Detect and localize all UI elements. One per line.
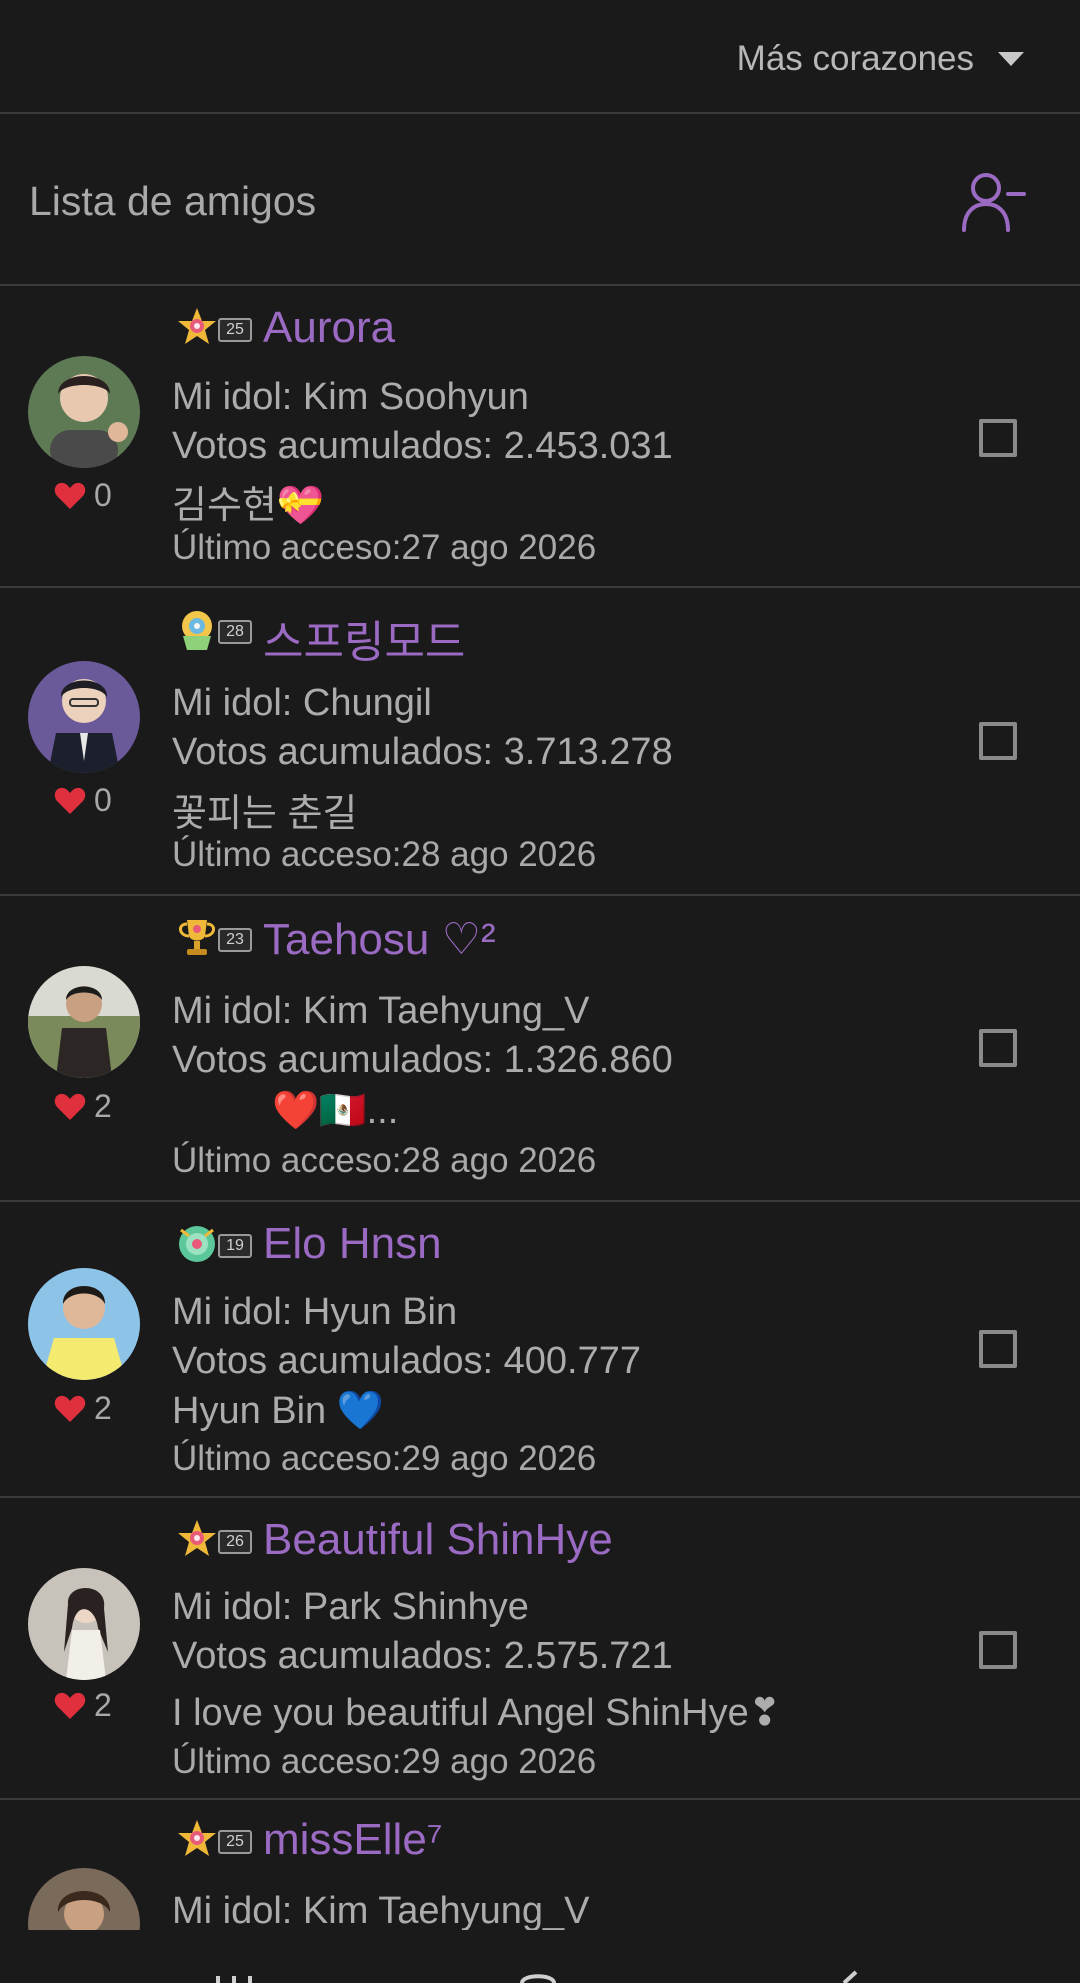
recent-apps-icon[interactable] (212, 1970, 258, 1983)
flower-badge-icon (179, 1226, 215, 1262)
heart-count: 0 (54, 477, 112, 514)
friend-status: ❤️🇲🇽... (272, 1090, 399, 1132)
level-badge: 19 (175, 1222, 253, 1266)
friend-nickname[interactable]: Elo Hnsn (263, 1219, 442, 1269)
level-badge: 28 (175, 608, 253, 652)
level-number: 28 (218, 620, 252, 644)
avatar[interactable] (28, 1568, 140, 1680)
heart-count-value: 2 (94, 1687, 112, 1723)
star-badge-icon (178, 1520, 216, 1556)
friend-list: 0 25 Aurora Mi idol: Kim Soohyun Votos a… (0, 288, 1080, 1930)
level-number: 26 (218, 1530, 252, 1554)
friend-row[interactable]: 25 missElle⁷ Mi idol: Kim Taehyung_V (0, 1800, 1080, 1930)
friend-checkbox[interactable] (979, 1631, 1017, 1669)
friend-row[interactable]: 2 19 Elo Hnsn Mi idol: Hyun Bin Votos ac… (0, 1202, 1080, 1498)
friend-idol: Mi idol: Kim Taehyung_V (172, 990, 590, 1032)
friend-idol: Mi idol: Hyun Bin (172, 1291, 458, 1333)
heart-count-value: 2 (94, 1088, 112, 1124)
friend-votes: Votos acumulados: 3.713.278 (172, 731, 673, 773)
friend-nickname[interactable]: 스프링모드 (263, 606, 465, 670)
level-number: 25 (218, 1830, 252, 1854)
level-badge: 23 (175, 916, 253, 960)
friend-status: I love you beautiful Angel ShinHye❣ (172, 1692, 781, 1734)
avatar[interactable] (28, 661, 140, 773)
heart-icon (54, 1093, 86, 1120)
friend-checkbox[interactable] (979, 1029, 1017, 1067)
level-badge: 25 (175, 1818, 253, 1862)
heart-count: 0 (54, 782, 112, 819)
system-nav-bar (0, 1930, 1080, 1983)
level-number: 19 (218, 1234, 252, 1258)
heart-icon (54, 787, 86, 814)
heart-count-value: 2 (94, 1390, 112, 1426)
home-icon[interactable] (518, 1970, 558, 1983)
caret-down-icon (998, 52, 1024, 66)
heart-count-value: 0 (94, 782, 112, 818)
level-number: 25 (218, 318, 252, 342)
friend-row[interactable]: 2 23 Taehosu ♡² Mi idol: Kim Taehyung_V … (0, 896, 1080, 1202)
friend-idol: Mi idol: Park Shinhye (172, 1586, 529, 1628)
friend-status: 꽃피는 춘길 (172, 793, 358, 835)
friend-row[interactable]: 0 28 스프링모드 Mi idol: Chungil Votos acumul… (0, 588, 1080, 896)
level-badge: 26 (175, 1518, 253, 1562)
friend-row[interactable]: 2 26 Beautiful ShinHye Mi idol: Park Shi… (0, 1498, 1080, 1800)
friend-status: 김수현💝 (172, 485, 325, 527)
avatar[interactable] (28, 356, 140, 468)
friend-idol: Mi idol: Kim Soohyun (172, 376, 529, 418)
friend-last-access: Último acceso:28 ago 2026 (172, 835, 597, 874)
heart-icon (54, 1692, 86, 1719)
friend-votes: Votos acumulados: 1.326.860 (172, 1039, 673, 1081)
friend-last-access: Último acceso:28 ago 2026 (172, 1141, 597, 1180)
friend-checkbox[interactable] (979, 419, 1017, 457)
remove-friend-icon[interactable] (960, 168, 1028, 234)
friend-votes: Votos acumulados: 2.453.031 (172, 425, 673, 467)
page-title: Lista de amigos (29, 178, 317, 224)
back-icon[interactable] (836, 1970, 866, 1983)
friend-nickname[interactable]: Aurora (263, 303, 395, 353)
level-number: 23 (218, 928, 252, 952)
sort-bar: Más corazones (0, 0, 1080, 114)
level-badge: 25 (175, 306, 253, 350)
avatar[interactable] (28, 966, 140, 1078)
avatar[interactable] (28, 1268, 140, 1380)
friend-nickname[interactable]: Taehosu ♡² (263, 914, 496, 965)
friend-votes: Votos acumulados: 400.777 (172, 1340, 642, 1382)
friend-row[interactable]: 0 25 Aurora Mi idol: Kim Soohyun Votos a… (0, 288, 1080, 588)
friend-list-header: Lista de amigos (0, 116, 1080, 286)
avatar[interactable] (28, 1868, 140, 1930)
friend-checkbox[interactable] (979, 722, 1017, 760)
heart-icon (54, 1395, 86, 1422)
star-badge-icon (178, 308, 216, 344)
friend-votes: Votos acumulados: 2.575.721 (172, 1635, 673, 1677)
friend-last-access: Último acceso:27 ago 2026 (172, 528, 597, 567)
friend-nickname[interactable]: missElle⁷ (263, 1815, 443, 1865)
sunflower-badge-icon (182, 611, 212, 650)
friend-status: Hyun Bin 💙 (172, 1390, 385, 1432)
friend-nickname[interactable]: Beautiful ShinHye (263, 1515, 613, 1565)
friend-idol: Mi idol: Chungil (172, 682, 432, 724)
heart-count-value: 0 (94, 477, 112, 513)
friend-last-access: Último acceso:29 ago 2026 (172, 1439, 597, 1478)
friend-checkbox[interactable] (979, 1330, 1017, 1368)
heart-count: 2 (54, 1088, 112, 1125)
sort-dropdown[interactable]: Más corazones (737, 34, 1024, 84)
sort-label: Más corazones (736, 39, 974, 78)
trophy-badge-icon (179, 920, 215, 955)
star-badge-icon (178, 1820, 216, 1856)
friend-last-access: Último acceso:29 ago 2026 (172, 1742, 597, 1781)
friend-idol: Mi idol: Kim Taehyung_V (172, 1890, 590, 1930)
heart-count: 2 (54, 1687, 112, 1724)
heart-count: 2 (54, 1390, 112, 1427)
heart-icon (54, 482, 86, 509)
